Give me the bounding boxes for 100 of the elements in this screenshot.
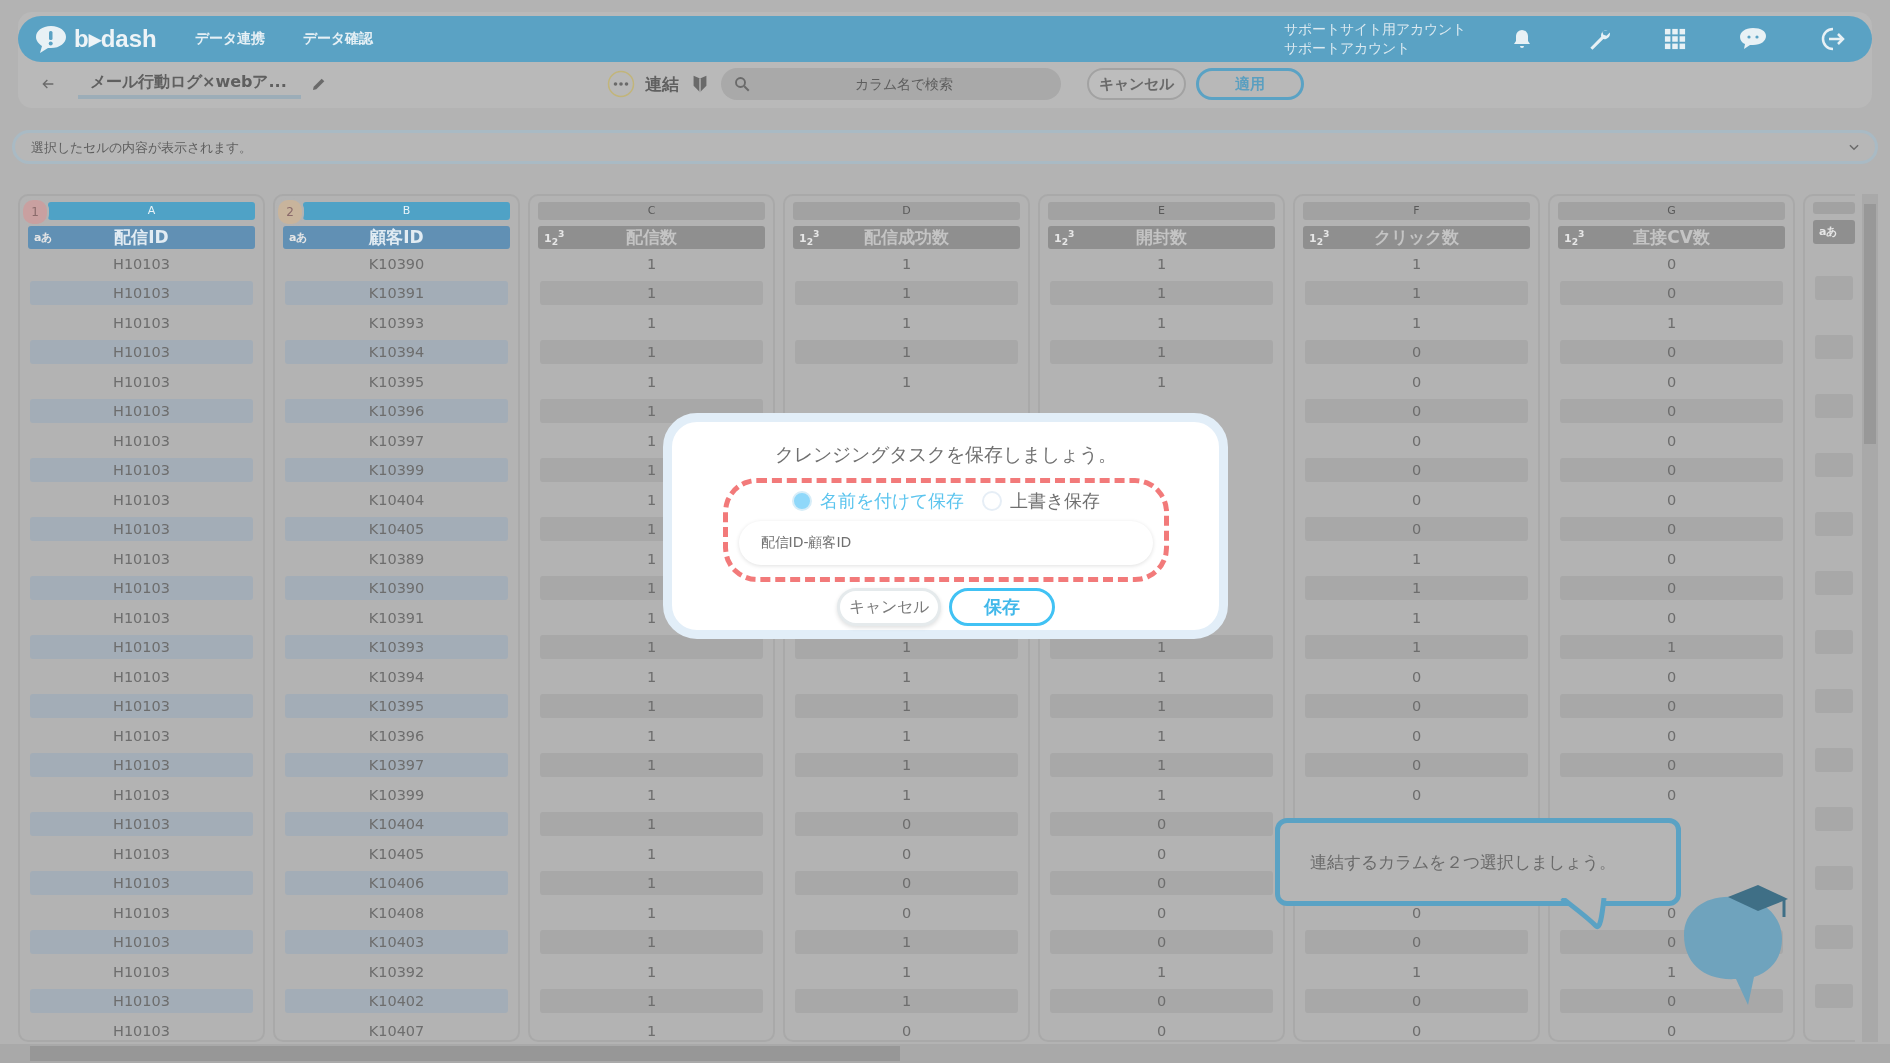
table-cell[interactable]: 1 [1050, 694, 1273, 719]
save-button[interactable]: 保存 [948, 588, 1055, 626]
table-cell[interactable]: 0 [1560, 458, 1783, 483]
table-cell[interactable]: 0 [1560, 340, 1783, 365]
table-cell[interactable]: 0 [1050, 989, 1273, 1014]
table-cell[interactable]: H10103 [30, 989, 253, 1014]
table-cell[interactable]: 1 [795, 753, 1018, 778]
table-cell[interactable]: 0 [1560, 694, 1783, 719]
table-cell[interactable]: 0 [1305, 1018, 1528, 1042]
table-cell[interactable]: 0 [1560, 369, 1783, 394]
table-cell[interactable]: 0 [1560, 605, 1783, 630]
table-cell[interactable]: 1 [1305, 251, 1528, 276]
table-cell[interactable]: 1 [540, 782, 763, 807]
column-letter[interactable]: E [1048, 202, 1275, 220]
table-cell[interactable]: H10103 [30, 723, 253, 748]
task-name-input[interactable]: 配信ID-顧客ID [760, 535, 1131, 551]
table-cell[interactable]: H10103 [30, 1018, 253, 1042]
table-cell[interactable]: K10394 [285, 664, 508, 689]
table-cell[interactable]: 1 [1305, 959, 1528, 984]
table-cell[interactable]: 0 [795, 871, 1018, 896]
column-header[interactable]: aあ [1813, 220, 1855, 244]
table-cell[interactable]: H10103 [30, 369, 253, 394]
table-cell[interactable]: 1 [1050, 664, 1273, 689]
table-cell[interactable]: H10103 [30, 517, 253, 542]
table-cell[interactable]: K10389 [285, 546, 508, 571]
table-cell[interactable]: H10103 [30, 310, 253, 335]
table-cell[interactable]: 1 [1050, 310, 1273, 335]
column-letter[interactable]: A [48, 202, 255, 220]
table-cell[interactable]: 0 [1050, 841, 1273, 866]
table-cell[interactable]: H10103 [30, 664, 253, 689]
table-cell[interactable]: 0 [1560, 664, 1783, 689]
table-cell[interactable]: K10405 [285, 841, 508, 866]
search-field[interactable]: カラム名で検索 [720, 68, 1061, 100]
table-cell[interactable]: 1 [795, 694, 1018, 719]
table-cell[interactable]: H10103 [30, 605, 253, 630]
table-cell[interactable]: 0 [1560, 782, 1783, 807]
table-cell[interactable]: 0 [1560, 399, 1783, 424]
table-cell[interactable]: K10393 [285, 635, 508, 660]
table-cell[interactable]: H10103 [30, 399, 253, 424]
table-cell[interactable]: 1 [1560, 959, 1783, 984]
table-cell[interactable]: 1 [1305, 546, 1528, 571]
table-cell[interactable]: K10391 [285, 605, 508, 630]
table-cell[interactable]: 0 [1560, 428, 1783, 453]
table-cell[interactable]: 0 [1305, 930, 1528, 955]
cancel-button[interactable]: キャンセル [836, 588, 941, 626]
table-cell[interactable]: 1 [795, 340, 1018, 365]
table-cell[interactable]: K10402 [285, 989, 508, 1014]
table-cell[interactable]: K10391 [285, 281, 508, 306]
table-cell[interactable]: 1 [795, 369, 1018, 394]
table-cell[interactable]: 0 [1305, 694, 1528, 719]
table-cell[interactable]: K10394 [285, 340, 508, 365]
table-cell[interactable]: 1 [540, 989, 763, 1014]
table-cell[interactable]: 1 [540, 694, 763, 719]
table-cell[interactable]: 1 [540, 900, 763, 925]
table-cell[interactable]: 0 [1560, 753, 1783, 778]
table-cell[interactable]: K10405 [285, 517, 508, 542]
table-cell[interactable]: 1 [795, 782, 1018, 807]
table-cell[interactable]: 0 [795, 812, 1018, 837]
column-letter[interactable]: B [303, 202, 510, 220]
table-cell[interactable]: K10393 [285, 310, 508, 335]
table-cell[interactable]: H10103 [30, 576, 253, 601]
task-name-field[interactable]: 配信ID-顧客ID [738, 521, 1153, 565]
table-cell[interactable]: 1 [1050, 753, 1273, 778]
table-cell[interactable]: 1 [540, 251, 763, 276]
table-cell[interactable]: 0 [1560, 1018, 1783, 1042]
table-cell[interactable]: 0 [1305, 487, 1528, 512]
table-cell[interactable]: 0 [1305, 782, 1528, 807]
table-cell[interactable]: 1 [540, 635, 763, 660]
table-cell[interactable]: 1 [540, 281, 763, 306]
table-cell[interactable]: 0 [1560, 517, 1783, 542]
nav-link[interactable]: データ確認 [302, 30, 373, 48]
table-cell[interactable]: 1 [795, 989, 1018, 1014]
column-header[interactable]: aあ 配信ID [28, 226, 255, 249]
table-cell[interactable]: 0 [1305, 428, 1528, 453]
table-cell[interactable]: 0 [1560, 251, 1783, 276]
apply-button[interactable]: 適用 [1195, 68, 1304, 100]
column-letter[interactable]: D [793, 202, 1020, 220]
table-cell[interactable]: K10390 [285, 576, 508, 601]
cell-content-field[interactable]: 選択したセルの内容が表示されます。 [12, 130, 1878, 164]
table-cell[interactable]: H10103 [30, 841, 253, 866]
table-cell[interactable]: 1 [795, 930, 1018, 955]
table-cell[interactable]: 0 [1560, 723, 1783, 748]
table-cell[interactable]: 1 [540, 369, 763, 394]
table-cell[interactable]: 1 [540, 753, 763, 778]
table-cell[interactable]: K10396 [285, 399, 508, 424]
table-cell[interactable]: H10103 [30, 871, 253, 896]
table-cell[interactable]: H10103 [30, 458, 253, 483]
table-cell[interactable]: H10103 [30, 428, 253, 453]
table-cell[interactable]: H10103 [30, 812, 253, 837]
table-cell[interactable]: H10103 [30, 340, 253, 365]
table-cell[interactable]: 1 [540, 1018, 763, 1042]
table-cell[interactable]: K10399 [285, 782, 508, 807]
table-cell[interactable]: 0 [1305, 399, 1528, 424]
table-cell[interactable]: K10408 [285, 900, 508, 925]
table-cell[interactable]: 1 [1305, 281, 1528, 306]
table-cell[interactable]: 1 [1560, 635, 1783, 660]
radio-option[interactable]: 上書き保存 [981, 489, 1100, 513]
table-cell[interactable]: 0 [1305, 458, 1528, 483]
table-cell[interactable]: 0 [1305, 989, 1528, 1014]
table-cell[interactable]: K10403 [285, 930, 508, 955]
